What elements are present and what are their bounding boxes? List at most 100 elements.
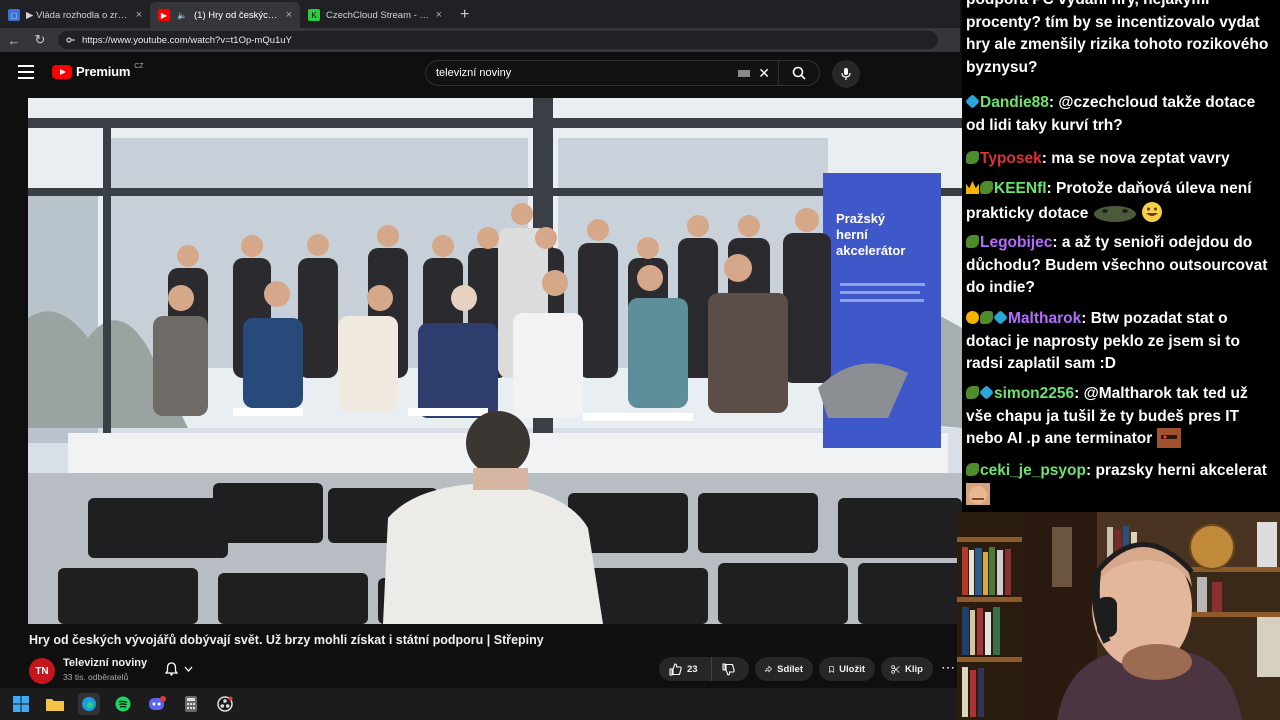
chat-username[interactable]: ceki_je_psyop <box>980 462 1086 479</box>
subscriber-badge-icon <box>979 385 994 400</box>
chat-username[interactable]: simon2256 <box>994 385 1074 402</box>
back-arrow-icon[interactable]: ← <box>6 33 22 48</box>
close-tab-icon[interactable]: × <box>436 9 442 21</box>
like-count: 23 <box>687 663 698 675</box>
tab-title: CzechCloud Stream - Watch Live o <box>326 9 430 21</box>
chat-message: Legobijec: a až ty senioři odejdou do dů… <box>966 234 1268 296</box>
country-code: CZ <box>134 63 144 70</box>
calculator-icon[interactable] <box>180 693 202 715</box>
bits-badge-icon <box>980 311 993 324</box>
logo-text: Premium <box>76 64 131 79</box>
hamburger-menu-icon[interactable] <box>18 65 34 79</box>
tab-favicon-icon: ▢ <box>8 9 20 21</box>
browser-tab-3[interactable]: K CzechCloud Stream - Watch Live o × <box>300 2 450 28</box>
edge-browser-icon[interactable] <box>78 693 100 715</box>
youtube-masthead: Premium CZ televizní noviny ✕ <box>0 52 960 96</box>
chat-message: Typosek: ma se nova zeptat vavry <box>966 148 1276 171</box>
clip-label: Klip <box>905 663 923 675</box>
site-info-icon[interactable] <box>66 35 76 45</box>
streamer-webcam <box>957 512 1280 720</box>
chat-username[interactable]: Maltharok <box>1008 310 1081 327</box>
thumbs-up-icon <box>669 662 682 676</box>
speaker-icon[interactable]: 🔈 <box>176 9 188 21</box>
share-icon <box>765 665 773 673</box>
clear-search-icon[interactable]: ✕ <box>758 65 770 82</box>
save-button[interactable]: Uložit <box>819 657 875 681</box>
chat-message: simon2256: @Maltharok tak ted už vše cha… <box>966 383 1276 456</box>
chat-message: KEENfl: Protože daňová úleva není prakti… <box>966 178 1276 230</box>
search-icon <box>792 66 806 80</box>
more-actions-button[interactable]: ⋯ <box>941 659 955 676</box>
taskbar <box>0 688 960 720</box>
czechcloud-favicon-icon: K <box>308 9 320 21</box>
share-button[interactable]: Sdílet <box>755 657 813 681</box>
new-tab-button[interactable]: + <box>450 2 479 28</box>
terminator-emote-icon <box>1156 428 1181 456</box>
close-tab-icon[interactable]: × <box>136 9 142 21</box>
file-explorer-icon[interactable] <box>44 693 66 715</box>
youtube-play-icon <box>52 64 72 79</box>
chat-message: podpora PC vydání hry, nějakými procenty… <box>966 0 1276 79</box>
url-text: https://www.youtube.com/watch?v=t1Op-mQu… <box>82 34 292 46</box>
crown-badge-icon <box>966 181 979 194</box>
bits-badge-icon <box>966 463 979 476</box>
browser-tab-strip: ▢ ▶ Vláda rozhodla o zrušení Národ × ▶ 🔈… <box>0 0 960 28</box>
search-input[interactable]: televizní noviny <box>426 67 738 79</box>
close-tab-icon[interactable]: × <box>286 9 292 21</box>
banner-line-1: Pražský <box>836 211 886 226</box>
save-label: Uložit <box>839 663 865 675</box>
search-button[interactable] <box>778 61 819 85</box>
clip-button[interactable]: Klip <box>881 657 933 681</box>
bits-badge-icon <box>966 235 979 248</box>
chat-username[interactable]: KEENfl <box>994 180 1047 197</box>
notification-bell-button[interactable] <box>156 657 202 681</box>
bits-badge-icon <box>980 181 993 194</box>
chat-text: prazsky herni akcelerat <box>1095 462 1267 479</box>
channel-name[interactable]: Televizní noviny <box>63 657 147 669</box>
thumbs-down-icon <box>722 662 735 676</box>
chat-message: ceki_je_psyop: prazsky herni akcelerat <box>966 460 1276 512</box>
chat-text: ma se nova zeptat vavry <box>1051 150 1230 167</box>
chat-message: Dandie88: @czechcloud takže dotace od li… <box>965 94 1256 134</box>
video-title: Hry od českých vývojářů dobývají svět. U… <box>29 633 544 647</box>
chat-username[interactable]: Legobijec <box>980 234 1052 251</box>
microphone-icon <box>841 68 851 80</box>
chat-username[interactable]: Dandie88 <box>980 94 1049 111</box>
chevron-down-icon <box>184 666 193 672</box>
channel-avatar[interactable]: TN <box>29 658 55 684</box>
obs-icon[interactable] <box>214 693 236 715</box>
frog-emote-icon <box>1093 203 1137 231</box>
youtube-premium-logo[interactable]: Premium CZ <box>52 63 144 79</box>
tab-title: ▶ Vláda rozhodla o zrušení Národ <box>26 9 130 21</box>
share-label: Sdílet <box>777 663 803 675</box>
tab-title: (1) Hry od českých vývojářů d <box>194 9 280 21</box>
youtube-favicon-icon: ▶ <box>158 9 170 21</box>
banner-line-3: akcelerátor <box>836 243 905 258</box>
spotify-icon[interactable] <box>112 693 134 715</box>
live-chat-panel: podpora PC vydání hry, nějakými procenty… <box>962 0 1280 512</box>
bits-badge-icon <box>966 386 979 399</box>
laughing-emoji-icon <box>1141 201 1163 231</box>
like-button[interactable]: 23 <box>659 657 711 681</box>
bookmark-icon <box>829 665 834 673</box>
chat-username[interactable]: Typosek <box>980 150 1042 167</box>
windows-start-icon[interactable] <box>10 693 32 715</box>
scissors-icon <box>891 664 900 674</box>
browser-tab-1[interactable]: ▢ ▶ Vláda rozhodla o zrušení Národ × <box>0 2 150 28</box>
subscriber-count: 33 tis. odběratelů <box>63 672 129 682</box>
voice-search-button[interactable] <box>832 60 860 88</box>
bits-badge-icon <box>966 151 979 164</box>
discord-icon[interactable] <box>146 693 168 715</box>
reload-icon[interactable]: ↻ <box>32 32 48 48</box>
gold-badge-icon <box>966 311 979 324</box>
dislike-button[interactable] <box>711 657 749 681</box>
keyboard-icon[interactable] <box>738 69 751 77</box>
search-box[interactable]: televizní noviny ✕ <box>425 60 820 86</box>
chat-message: Maltharok: Btw pozadat stat o dotaci je … <box>966 310 1240 372</box>
address-bar[interactable]: https://www.youtube.com/watch?v=t1Op-mQu… <box>58 31 938 49</box>
browser-toolbar: ← ↻ https://www.youtube.com/watch?v=t1Op… <box>0 28 960 52</box>
video-player[interactable]: Pražský herní akcelerátor <box>28 98 962 624</box>
browser-tab-2[interactable]: ▶ 🔈 (1) Hry od českých vývojářů d × <box>150 2 300 28</box>
bell-icon <box>165 662 178 676</box>
face-emote-icon <box>966 482 990 513</box>
